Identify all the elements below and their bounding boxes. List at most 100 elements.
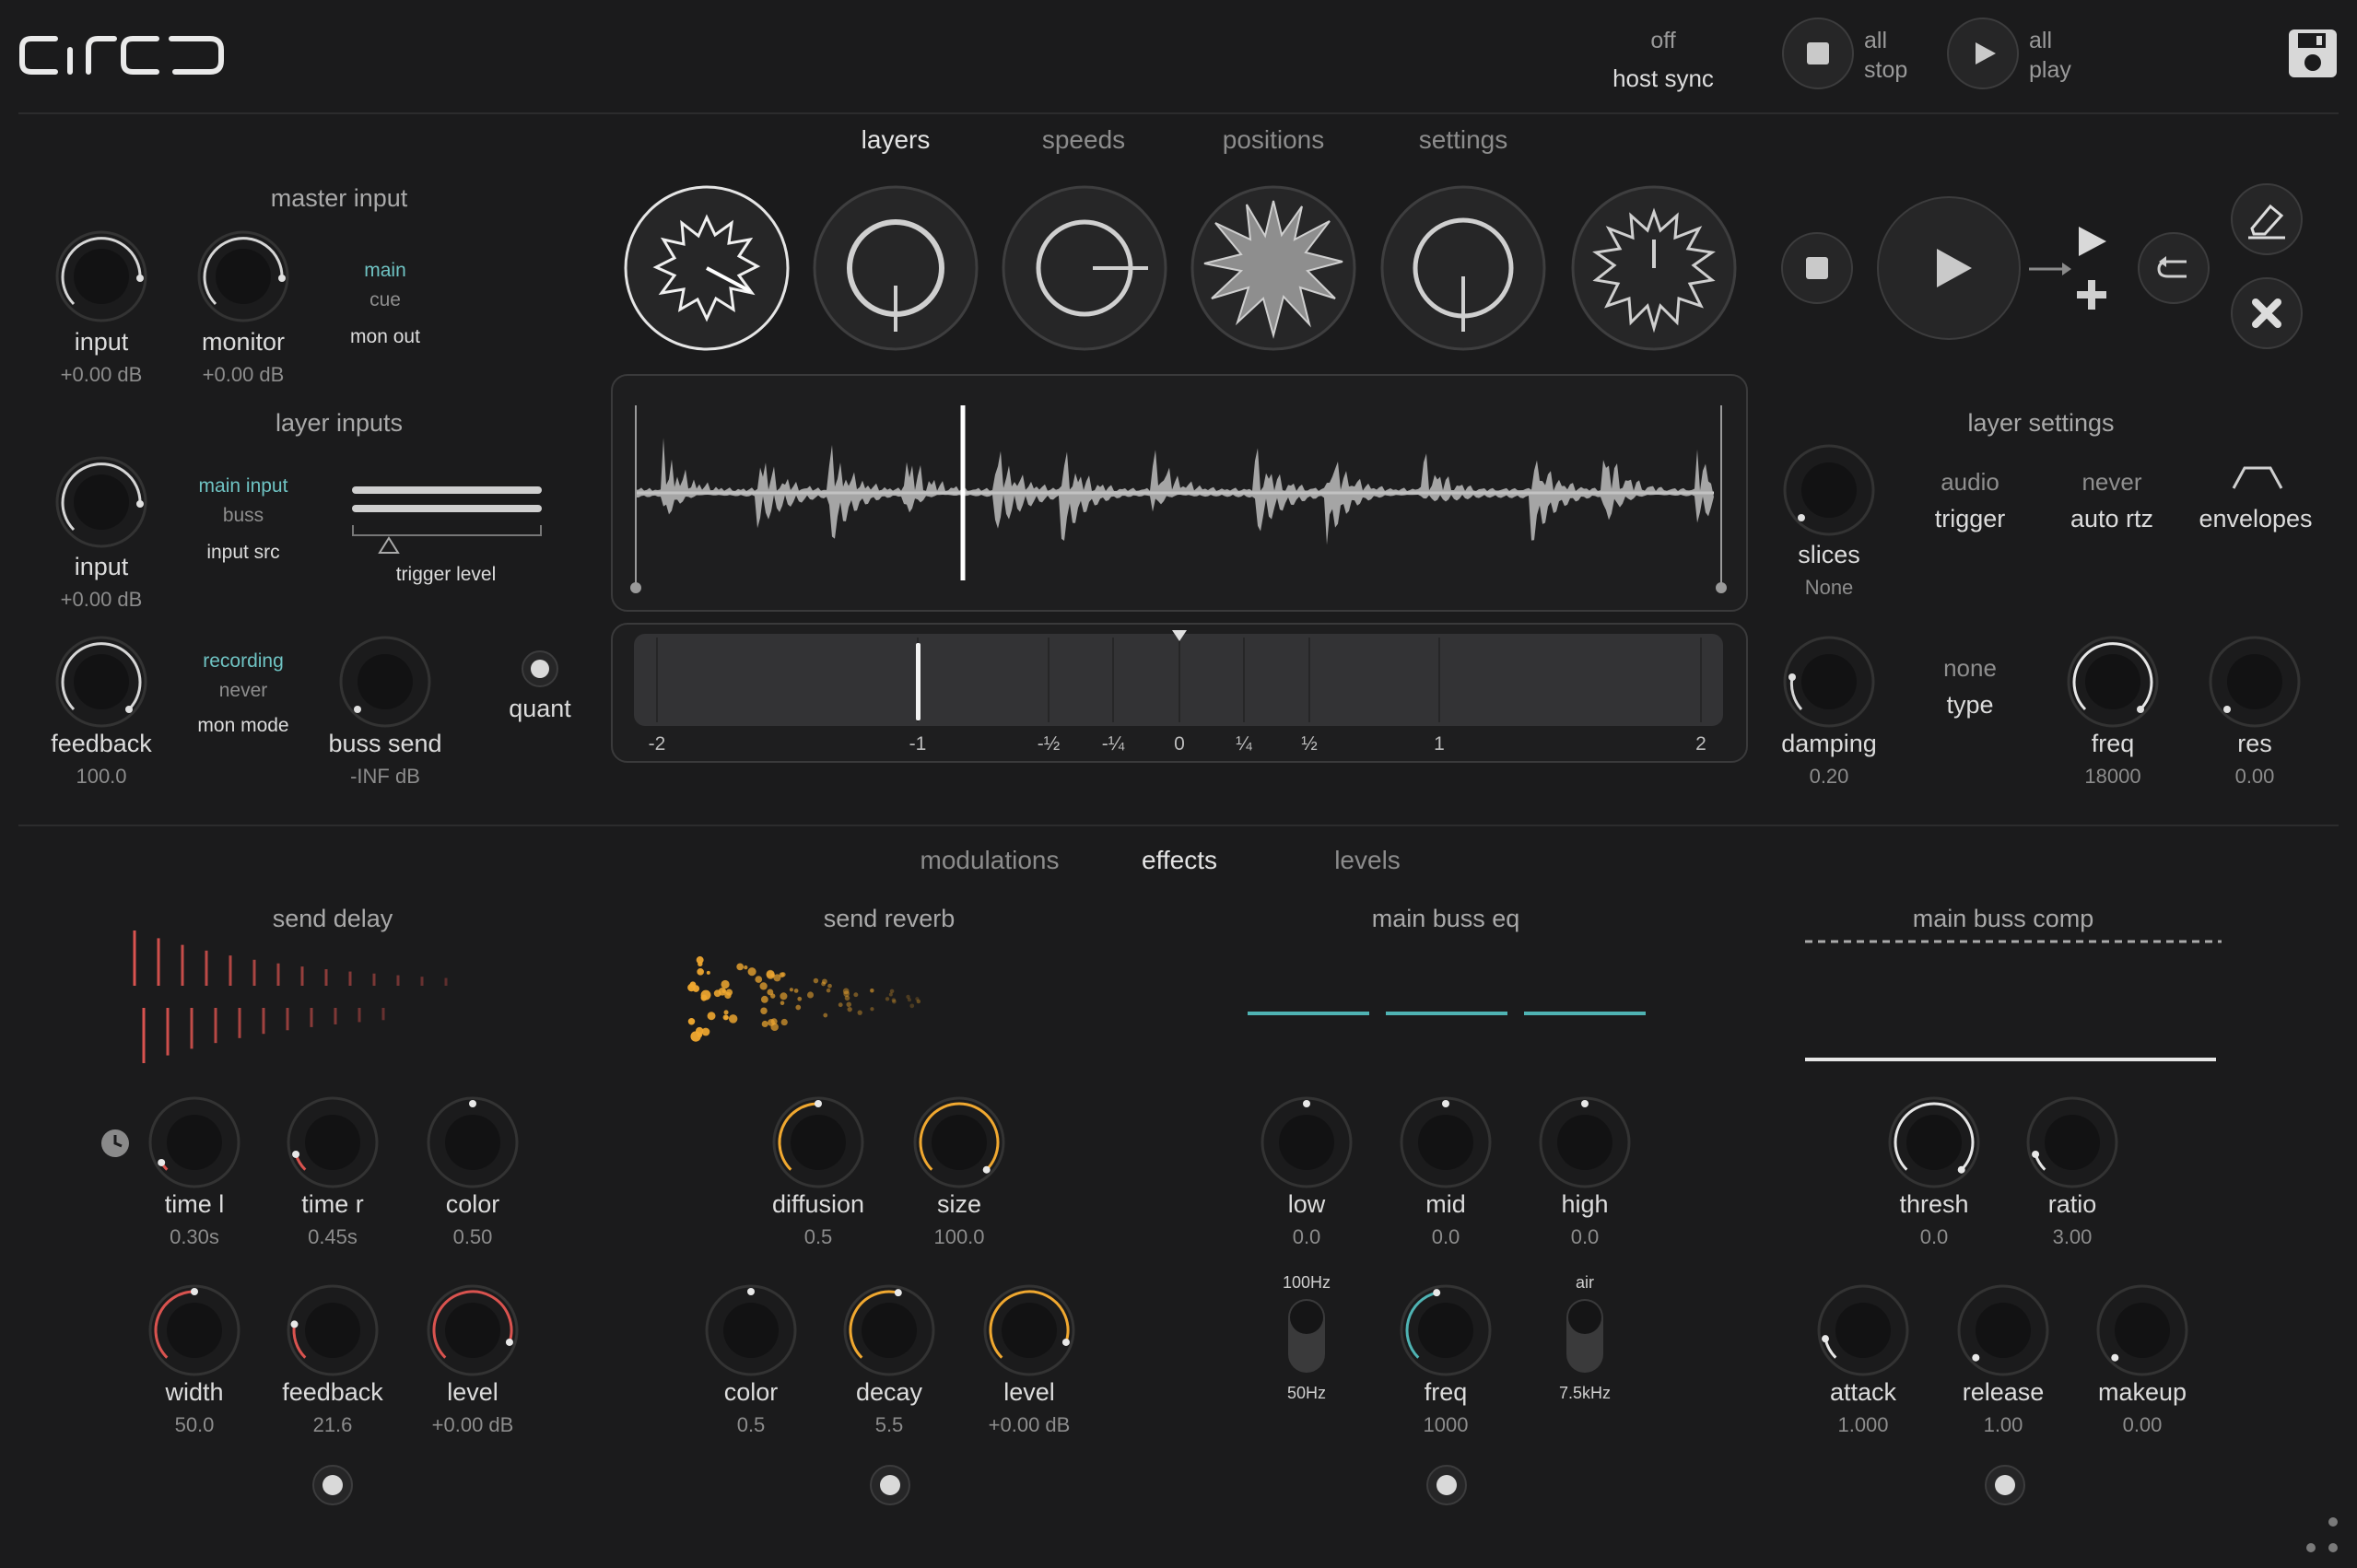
main-buss-comp-makeup-label: makeup xyxy=(2097,1378,2187,1406)
speed-current-marker[interactable] xyxy=(916,643,921,720)
tab-levels[interactable]: levels xyxy=(1334,846,1401,875)
send-reverb-level-knob[interactable] xyxy=(983,1284,1075,1376)
send-delay-level-value: +0.00 dB xyxy=(431,1413,514,1436)
filter-type-state[interactable]: none xyxy=(1943,654,1997,683)
main-buss-eq-low-knob[interactable] xyxy=(1261,1096,1353,1188)
slices-knob[interactable] xyxy=(1783,444,1875,536)
main-buss-eq-low-label: low xyxy=(1287,1190,1326,1218)
damping-knob[interactable] xyxy=(1783,636,1875,728)
trigger-state[interactable]: audio xyxy=(1941,468,1999,497)
feedback-knob[interactable] xyxy=(55,636,147,728)
main-buss-comp-enable-dot xyxy=(1995,1475,2015,1495)
main-buss-comp-release-knob[interactable] xyxy=(1957,1284,2049,1376)
play-next-icon[interactable] xyxy=(2075,225,2108,258)
mon-mode-option-recording[interactable]: recording xyxy=(203,650,284,673)
send-reverb-enable-dot xyxy=(880,1475,900,1495)
send-delay-time-l-knob[interactable] xyxy=(148,1096,240,1188)
main-buss-eq-high-knob[interactable] xyxy=(1539,1096,1631,1188)
envelopes-label[interactable]: envelopes xyxy=(2199,505,2312,533)
send-reverb-size-knob[interactable] xyxy=(913,1096,1005,1188)
layer-1-button[interactable] xyxy=(623,184,791,352)
tab-speeds[interactable]: speeds xyxy=(1042,125,1125,155)
send-delay-feedback-value: 21.6 xyxy=(312,1413,353,1436)
trigger-level-slider-track[interactable] xyxy=(352,525,542,536)
send-delay-feedback-knob[interactable] xyxy=(287,1284,379,1376)
layer-3-button[interactable] xyxy=(1001,184,1168,352)
host-sync-label[interactable]: host sync xyxy=(1612,64,1714,93)
filter-res-value: 0.00 xyxy=(2234,765,2275,788)
waveform-display[interactable] xyxy=(627,387,1732,599)
envelope-icon[interactable] xyxy=(2232,464,2283,492)
layer-4-button[interactable] xyxy=(1190,184,1357,352)
send-delay-color-knob[interactable] xyxy=(427,1096,519,1188)
main-buss-eq-mid-knob[interactable] xyxy=(1400,1096,1492,1188)
buss-send-label: buss send xyxy=(328,730,442,757)
buss-send-knob[interactable] xyxy=(339,636,431,728)
quant-toggle-dot xyxy=(531,660,549,678)
mon-mode-option-never[interactable]: never xyxy=(219,680,268,702)
tab-layers[interactable]: layers xyxy=(862,125,931,155)
add-icon[interactable] xyxy=(2075,278,2108,311)
main-buss-comp-thresh-knob[interactable] xyxy=(1888,1096,1980,1188)
input-src-option-buss[interactable]: buss xyxy=(223,505,264,527)
layer-settings-title: layer settings xyxy=(1967,409,2115,437)
main-buss-eq-high-label: high xyxy=(1561,1190,1609,1218)
send-reverb-diffusion-knob[interactable] xyxy=(772,1096,864,1188)
main-buss-comp-ratio-knob[interactable] xyxy=(2026,1096,2118,1188)
mon-out-option-cue[interactable]: cue xyxy=(369,289,401,311)
filter-res-knob[interactable] xyxy=(2209,636,2301,728)
input-src-option-main-input[interactable]: main input xyxy=(199,475,288,497)
filter-freq-knob[interactable] xyxy=(2067,636,2159,728)
host-sync-state[interactable]: off xyxy=(1650,28,1675,54)
reverb-visualization xyxy=(687,956,921,1042)
filter-type-label[interactable]: type xyxy=(1946,691,1993,720)
save-icon[interactable] xyxy=(2287,28,2339,79)
tab-effects[interactable]: effects xyxy=(1142,846,1217,875)
tab-positions[interactable]: positions xyxy=(1223,125,1325,155)
eq-low-switch-bottom: 50Hz xyxy=(1286,1384,1327,1402)
send-delay-time-r-knob[interactable] xyxy=(287,1096,379,1188)
send-delay-color-value: 0.50 xyxy=(452,1225,493,1248)
all-stop-label-2: stop xyxy=(1864,57,1908,83)
layer-input-knob[interactable] xyxy=(55,456,147,548)
send-reverb-size-label: size xyxy=(936,1190,982,1218)
close-icon xyxy=(2252,298,2281,328)
auto-rtz-state[interactable]: never xyxy=(2081,468,2141,497)
mon-out-option-main[interactable]: main xyxy=(364,260,406,282)
send-delay-width-label: width xyxy=(165,1378,224,1406)
layer-2-button[interactable] xyxy=(812,184,979,352)
monitor-knob[interactable] xyxy=(197,230,289,322)
send-delay-level-knob[interactable] xyxy=(427,1284,519,1376)
clock-icon[interactable] xyxy=(100,1128,131,1159)
eq-high-switch-top: air xyxy=(1575,1273,1595,1292)
speed-axis-label: 2 xyxy=(1695,733,1706,755)
main-buss-eq-freq-knob[interactable] xyxy=(1400,1284,1492,1376)
send-delay-width-knob[interactable] xyxy=(148,1284,240,1376)
layer-6-button[interactable] xyxy=(1570,184,1738,352)
trigger-meter-bar-1 xyxy=(352,486,542,494)
trigger-level-handle[interactable] xyxy=(378,536,400,555)
trigger-label[interactable]: trigger xyxy=(1935,505,2006,533)
tab-modulations[interactable]: modulations xyxy=(921,846,1060,875)
eq-low-switch-thumb[interactable] xyxy=(1290,1301,1323,1334)
send-delay-width-value: 50.0 xyxy=(174,1413,215,1436)
main-buss-comp-attack-knob[interactable] xyxy=(1817,1284,1909,1376)
layer-5-button[interactable] xyxy=(1379,184,1547,352)
main-buss-comp-attack-value: 1.000 xyxy=(1837,1413,1889,1436)
main-buss-comp-thresh-value: 0.0 xyxy=(1919,1225,1949,1248)
tab-settings[interactable]: settings xyxy=(1419,125,1508,155)
send-delay-enable-dot xyxy=(322,1475,343,1495)
eq-high-switch-thumb[interactable] xyxy=(1568,1301,1601,1334)
send-reverb-color-knob[interactable] xyxy=(705,1284,797,1376)
send-reverb-title: send reverb xyxy=(823,905,956,932)
circo-logo xyxy=(19,36,224,75)
auto-rtz-label[interactable]: auto rtz xyxy=(2070,505,2153,533)
send-reverb-decay-label: decay xyxy=(855,1378,923,1406)
resize-grip-icon[interactable] xyxy=(2304,1515,2340,1555)
send-delay-time-l-value: 0.30s xyxy=(170,1225,219,1248)
main-buss-comp-makeup-knob[interactable] xyxy=(2096,1284,2188,1376)
buss-send-value: -INF dB xyxy=(350,765,420,788)
send-reverb-decay-knob[interactable] xyxy=(843,1284,935,1376)
send-reverb-size-value: 100.0 xyxy=(933,1225,985,1248)
master-input-knob[interactable] xyxy=(55,230,147,322)
